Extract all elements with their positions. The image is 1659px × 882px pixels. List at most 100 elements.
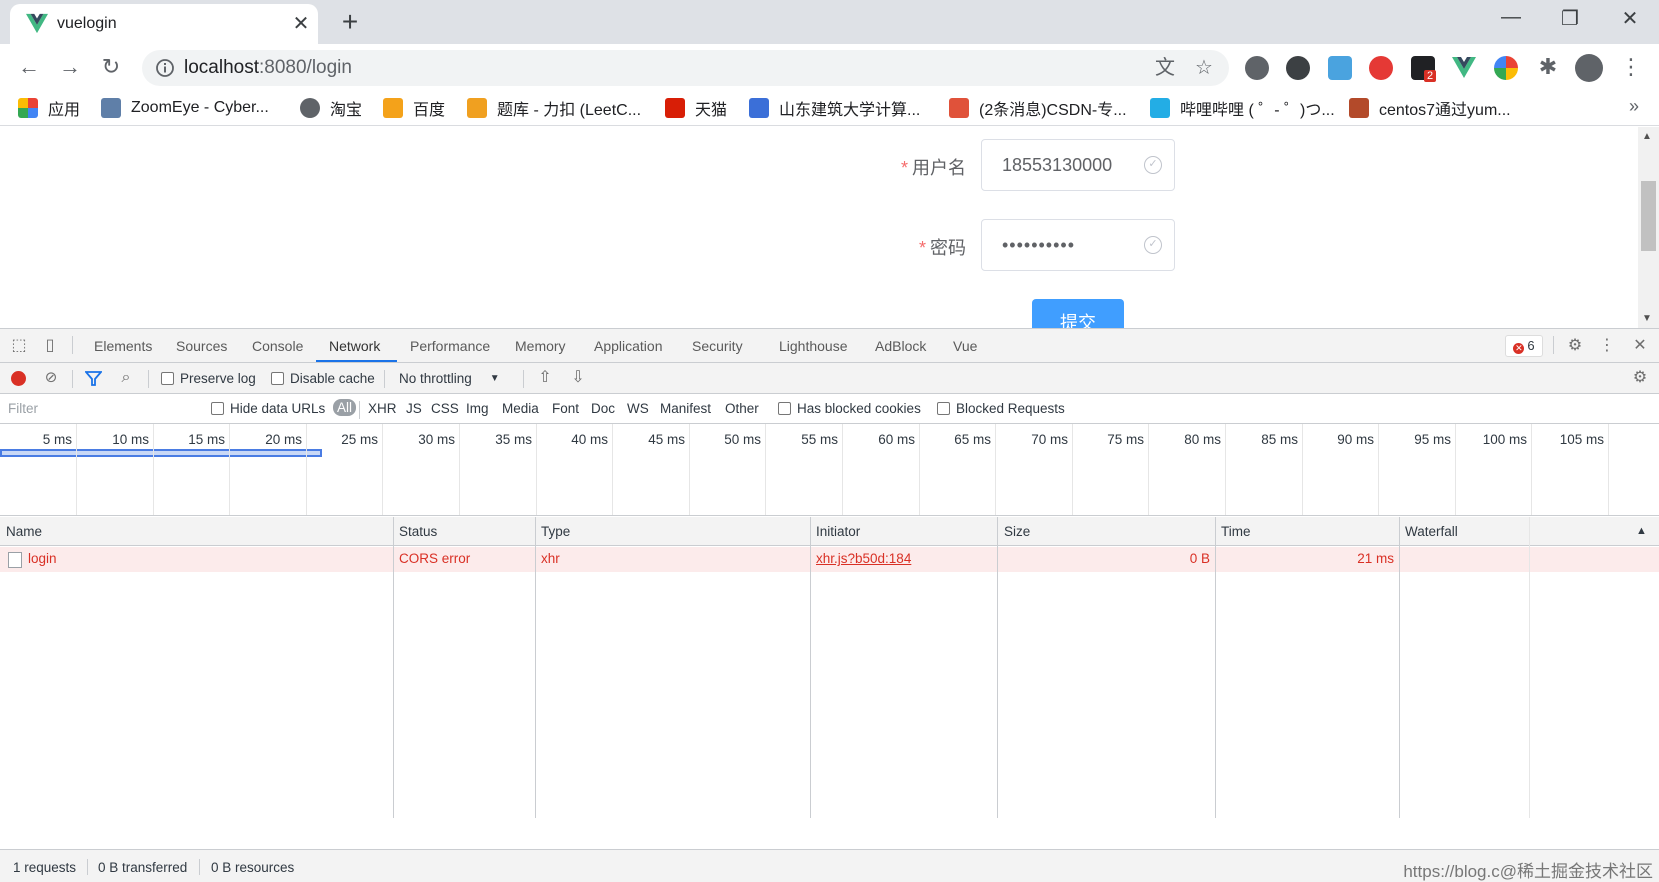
bookmark-star-icon[interactable]: ☆ [1192,56,1216,80]
adblock-extension-icon[interactable] [1369,56,1393,80]
forward-icon[interactable]: → [55,53,85,83]
bookmarks-more-icon[interactable]: » [1629,96,1639,117]
address-bar[interactable]: localhost:8080/login 文 ☆ [142,50,1229,86]
column-divider[interactable] [535,517,536,818]
column-divider[interactable] [1399,517,1400,818]
tab-close-icon[interactable]: ✕ [290,11,312,36]
bookmark-item[interactable]: 应用 [18,97,80,119]
tab-performance[interactable]: Performance [410,338,490,354]
network-settings-gear-icon[interactable]: ⚙ [1630,368,1650,388]
clear-icon[interactable]: ⊘ [41,368,61,388]
url-text[interactable]: localhost:8080/login [184,57,352,79]
page-scrollbar[interactable]: ▲ ▼ [1638,127,1659,328]
bookmark-item[interactable]: centos7通过yum... [1349,97,1511,119]
menu-kebab-icon[interactable]: ⋮ [1616,53,1646,83]
password-input[interactable]: •••••••••• ✓ [981,219,1175,271]
request-name[interactable]: login [28,551,57,566]
new-tab-button[interactable]: + [336,6,364,38]
settings-gear-icon[interactable]: ⚙ [1565,336,1585,356]
blocked-requests-checkbox[interactable]: Blocked Requests [937,401,1065,416]
tab-lighthouse[interactable]: Lighthouse [779,338,848,354]
column-divider[interactable] [1215,517,1216,818]
device-toolbar-icon[interactable]: ▯ [40,336,60,356]
scroll-down-icon[interactable]: ▼ [1642,313,1652,324]
column-size[interactable]: Size [1004,524,1030,539]
export-har-icon[interactable]: ⇩ [568,368,588,388]
disable-cache-checkbox[interactable]: Disable cache [271,371,375,386]
bookmark-item[interactable]: 山东建筑大学计算... [749,97,920,119]
record-icon[interactable] [11,371,26,386]
filter-input[interactable]: Filter [2,398,194,420]
profile-avatar-icon[interactable] [1575,54,1603,82]
filter-type-font[interactable]: Font [552,401,579,416]
color-extension-icon[interactable] [1494,56,1518,80]
filter-type-other[interactable]: Other [725,401,759,416]
submit-button[interactable]: 提交 [1032,299,1124,328]
filter-type-all[interactable]: All [333,399,357,416]
tab-console[interactable]: Console [252,338,303,354]
table-row[interactable]: login CORS error xhr xhr.js?b50d:184 0 B… [0,547,1659,572]
column-divider[interactable] [997,517,998,818]
back-icon[interactable]: ← [14,53,44,83]
sort-up-icon[interactable]: ▲ [1636,525,1647,537]
filter-type-xhr[interactable]: XHR [368,401,397,416]
minimize-button[interactable]: — [1491,6,1531,29]
request-initiator-link[interactable]: xhr.js?b50d:184 [816,551,911,566]
bookmark-item[interactable]: ZoomEye - Cyber... [101,97,269,119]
bookmark-item[interactable]: 淘宝 [300,97,362,119]
search-icon[interactable]: ⌕ [116,368,136,388]
tab-application[interactable]: Application [594,338,663,354]
column-divider[interactable] [810,517,811,818]
tab-vue[interactable]: Vue [953,338,977,354]
vd-extension-icon[interactable] [1286,56,1310,80]
reload-icon[interactable]: ↻ [96,53,126,83]
close-devtools-icon[interactable]: ✕ [1630,336,1650,356]
window-close-button[interactable]: ✕ [1610,6,1650,31]
throttling-select[interactable]: No throttling ▼ [399,371,500,386]
tab-network[interactable]: Network [329,338,380,354]
tab-elements[interactable]: Elements [94,338,152,354]
column-type[interactable]: Type [541,524,570,539]
inspect-element-icon[interactable]: ⬚ [9,336,29,356]
filter-type-media[interactable]: Media [502,401,539,416]
column-waterfall[interactable]: Waterfall [1405,524,1458,539]
filter-type-css[interactable]: CSS [431,401,459,416]
hide-data-urls-checkbox[interactable]: Hide data URLs [211,401,325,416]
scroll-up-icon[interactable]: ▲ [1642,131,1652,142]
vue-devtools-icon[interactable] [1452,56,1476,80]
more-options-icon[interactable]: ⋮ [1597,336,1617,356]
filter-type-manifest[interactable]: Manifest [660,401,711,416]
extensions-puzzle-icon[interactable]: ✱ [1533,53,1563,83]
has-blocked-cookies-checkbox[interactable]: Has blocked cookies [778,401,921,416]
preserve-log-checkbox[interactable]: Preserve log [161,371,256,386]
network-overview-timeline[interactable]: 5 ms 10 ms 15 ms 20 ms 25 ms 30 ms 35 ms 40 ms 4… [0,424,1659,516]
tab-memory[interactable]: Memory [515,338,566,354]
tab-sources[interactable]: Sources [176,338,227,354]
username-input[interactable]: 18553130000 ✓ [981,139,1175,191]
tab-security[interactable]: Security [692,338,743,354]
import-har-icon[interactable]: ⇧ [535,368,555,388]
column-initiator[interactable]: Initiator [816,524,860,539]
column-status[interactable]: Status [399,524,437,539]
column-divider[interactable] [393,517,394,818]
filter-type-img[interactable]: Img [466,401,489,416]
info-icon[interactable] [154,57,176,79]
bookmark-item[interactable]: (2条消息)CSDN-专... [949,97,1127,119]
filter-type-js[interactable]: JS [406,401,422,416]
column-time[interactable]: Time [1221,524,1251,539]
column-name[interactable]: Name [6,524,42,539]
restore-button[interactable]: ❐ [1550,6,1590,31]
bookmark-item[interactable]: 哔哩哔哩 ( ゜- ゜)つ... [1150,97,1335,119]
tab-adblock[interactable]: AdBlock [875,338,926,354]
filter-type-doc[interactable]: Doc [591,401,615,416]
bookmark-item[interactable]: 百度 [383,97,445,119]
error-count-badge[interactable]: ✕ 6 [1505,335,1543,357]
download-extension-icon[interactable] [1245,56,1269,80]
filter-type-ws[interactable]: WS [627,401,649,416]
browser-tab[interactable]: vuelogin ✕ [10,4,318,44]
scrollbar-thumb[interactable] [1641,181,1656,251]
bookmark-item[interactable]: 题库 - 力扣 (LeetC... [467,97,641,119]
filter-funnel-icon[interactable] [85,371,102,386]
translate-icon[interactable]: 文 [1153,56,1177,80]
bookmark-item[interactable]: 天猫 [665,97,727,119]
